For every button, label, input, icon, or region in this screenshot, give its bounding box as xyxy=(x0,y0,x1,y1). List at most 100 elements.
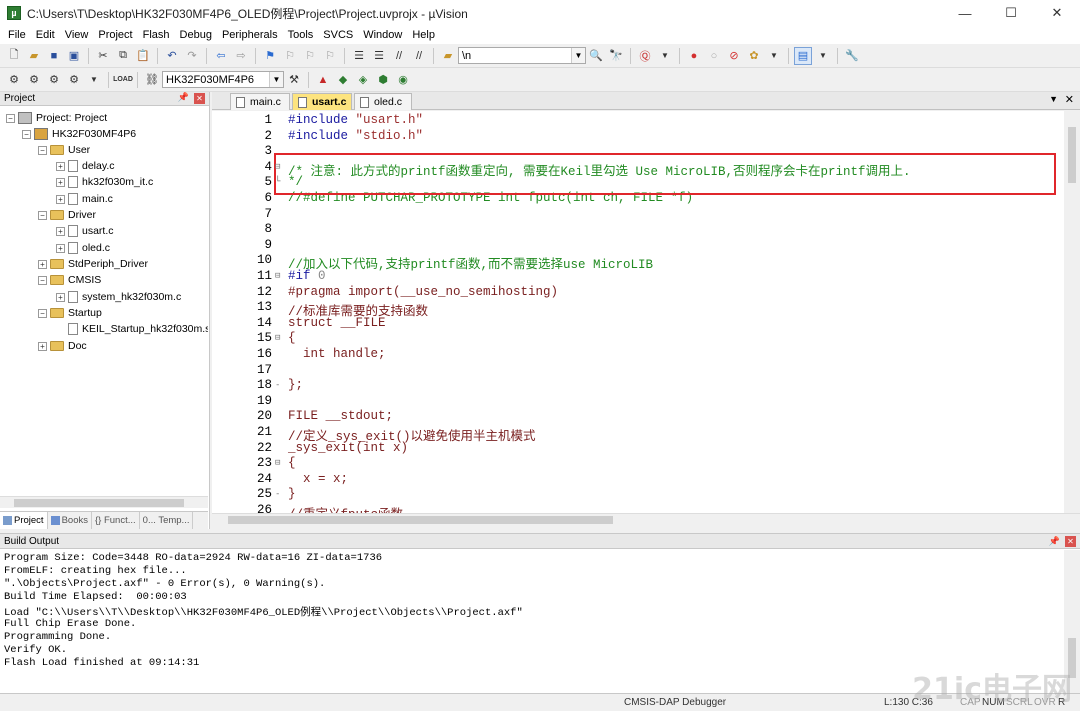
code-line[interactable]: { xyxy=(288,331,296,345)
minimize-button[interactable]: — xyxy=(942,0,988,26)
open-folder-icon[interactable]: ▰ xyxy=(25,47,43,65)
rebuild-icon[interactable]: ⚙ xyxy=(45,71,63,89)
target-options-icon[interactable]: ⛓ xyxy=(143,71,161,89)
manage-rte-icon[interactable]: ◈ xyxy=(354,71,372,89)
code-line[interactable]: struct __FILE xyxy=(288,316,386,330)
collapse-icon[interactable]: − xyxy=(38,210,47,220)
configure-icon[interactable]: ✿ xyxy=(745,47,763,65)
tab-templates[interactable]: 0... Temp... xyxy=(140,512,194,529)
expand-icon[interactable]: + xyxy=(56,194,65,204)
expand-icon[interactable]: + xyxy=(56,243,65,253)
tree-item-file[interactable]: + usart.c xyxy=(56,223,114,239)
fold-marker-icon[interactable]: - xyxy=(275,380,284,390)
tree-item-file[interactable]: + main.c xyxy=(56,191,113,207)
breakpoint-icon[interactable]: ● xyxy=(685,47,703,65)
scroll-thumb[interactable] xyxy=(14,499,184,507)
tree-item-group-doc[interactable]: + Doc xyxy=(38,338,87,354)
menu-peripherals[interactable]: Peripherals xyxy=(217,26,283,44)
find-icon[interactable]: 🔍 xyxy=(587,47,605,65)
code-line[interactable]: }; xyxy=(288,378,303,392)
tree-item-file[interactable]: + oled.c xyxy=(56,240,110,256)
nav-back-icon[interactable]: ⇦ xyxy=(212,47,230,65)
menu-flash[interactable]: Flash xyxy=(138,26,175,44)
build-icon[interactable]: ⚙ xyxy=(25,71,43,89)
multi-project-icon[interactable]: ◉ xyxy=(394,71,412,89)
chevron-down-icon[interactable]: ▼ xyxy=(765,47,783,65)
pack-installer-icon[interactable]: ⬢ xyxy=(374,71,392,89)
expand-icon[interactable]: + xyxy=(56,292,65,302)
code-editor[interactable]: 1 2 3 4 5 6 7 8 9 10 11 12 13 14 15 16 17 18 19 20 21 22 23 24 2… xyxy=(212,111,1080,513)
undo-icon[interactable]: ↶ xyxy=(163,47,181,65)
code-line[interactable]: #include "stdio.h" xyxy=(288,129,423,143)
save-icon[interactable]: ■ xyxy=(45,47,63,65)
tree-item-group-cmsis[interactable]: − CMSIS xyxy=(38,272,101,288)
copy-icon[interactable]: ⧉ xyxy=(114,47,132,65)
expand-icon[interactable]: + xyxy=(56,226,65,236)
nav-forward-icon[interactable]: ⇨ xyxy=(232,47,250,65)
tab-oled-c[interactable]: oled.c xyxy=(354,93,412,110)
tree-item-file[interactable]: KEIL_Startup_hk32f030m.s xyxy=(68,321,208,337)
find-in-files-icon[interactable]: ▰ xyxy=(439,47,457,65)
fold-marker-icon[interactable]: ⊟ xyxy=(275,162,284,172)
menu-help[interactable]: Help xyxy=(407,26,440,44)
manage-project-items-icon[interactable]: ▲ xyxy=(314,71,332,89)
prev-bookmark-icon[interactable]: ⚐ xyxy=(281,47,299,65)
tree-item-group-driver[interactable]: − Driver xyxy=(38,207,96,223)
load-download-icon[interactable]: LOAD xyxy=(113,71,133,89)
collapse-icon[interactable]: − xyxy=(38,145,47,155)
tab-project[interactable]: Project xyxy=(0,512,48,529)
target-select[interactable]: HK32F030MF4P6 ▼ xyxy=(162,71,284,88)
wrench-icon[interactable]: 🔧 xyxy=(843,47,861,65)
code-line[interactable]: } xyxy=(288,487,296,501)
close-tab-icon[interactable]: ✕ xyxy=(1065,93,1074,106)
maximize-button[interactable]: ☐ xyxy=(988,0,1034,26)
tree-item-file[interactable]: + hk32f030m_it.c xyxy=(56,174,153,190)
code-line[interactable]: #pragma import(__use_no_semihosting) xyxy=(288,285,558,299)
code-line[interactable]: x = x; xyxy=(288,472,348,486)
window-layout-icon[interactable]: ▤ xyxy=(794,46,812,65)
expand-icon[interactable]: + xyxy=(56,161,65,171)
project-hscrollbar[interactable] xyxy=(0,496,208,508)
collapse-icon[interactable]: − xyxy=(22,129,31,139)
close-icon[interactable]: ✕ xyxy=(1065,536,1076,547)
fold-marker-icon[interactable]: └ xyxy=(275,177,284,187)
code-line[interactable]: //加入以下代码,支持printf函数,而不需要选择use MicroLIB xyxy=(288,253,653,272)
pin-icon[interactable]: 📌 xyxy=(1049,534,1060,549)
code-line[interactable]: _sys_exit(int x) xyxy=(288,441,408,455)
tree-item-file[interactable]: + system_hk32f030m.c xyxy=(56,289,181,305)
code-line[interactable]: FILE __stdout; xyxy=(288,409,393,423)
code-line[interactable]: { xyxy=(288,456,296,470)
unindent-icon[interactable]: ☰ xyxy=(370,47,388,65)
code-line[interactable]: int handle; xyxy=(288,347,386,361)
tree-item-project-root[interactable]: − Project: Project xyxy=(6,110,107,126)
chevron-down-icon[interactable]: ▼ xyxy=(656,47,674,65)
indent-icon[interactable]: ☰ xyxy=(350,47,368,65)
pin-icon[interactable]: 📌 xyxy=(178,92,189,103)
menu-edit[interactable]: Edit xyxy=(31,26,60,44)
menu-view[interactable]: View xyxy=(60,26,94,44)
fold-marker-icon[interactable]: ⊟ xyxy=(275,271,284,281)
menu-debug[interactable]: Debug xyxy=(175,26,217,44)
menu-window[interactable]: Window xyxy=(358,26,407,44)
editor-vscrollbar[interactable] xyxy=(1064,111,1080,513)
expand-icon[interactable]: + xyxy=(56,177,65,187)
collapse-icon[interactable]: − xyxy=(6,113,15,123)
collapse-icon[interactable]: − xyxy=(38,275,47,285)
fold-marker-icon[interactable]: ⊟ xyxy=(275,458,284,468)
paste-icon[interactable]: 📋 xyxy=(134,47,152,65)
menu-svcs[interactable]: SVCS xyxy=(318,26,358,44)
save-all-icon[interactable]: ▣ xyxy=(65,47,83,65)
tree-item-target[interactable]: − HK32F030MF4P6 xyxy=(22,126,136,142)
cut-icon[interactable]: ✂ xyxy=(94,47,112,65)
redo-icon[interactable]: ↷ xyxy=(183,47,201,65)
close-icon[interactable]: ✕ xyxy=(194,93,205,104)
disable-breakpoint-icon[interactable]: ○ xyxy=(705,47,723,65)
fold-marker-icon[interactable]: - xyxy=(275,489,284,499)
expand-icon[interactable]: + xyxy=(38,259,47,269)
chevron-down-icon[interactable]: ▼ xyxy=(85,71,103,89)
next-bookmark-icon[interactable]: ⚐ xyxy=(301,47,319,65)
scroll-thumb[interactable] xyxy=(1068,127,1076,183)
menu-file[interactable]: File xyxy=(3,26,31,44)
tab-books[interactable]: Books xyxy=(48,512,92,529)
expand-icon[interactable]: + xyxy=(38,341,47,351)
